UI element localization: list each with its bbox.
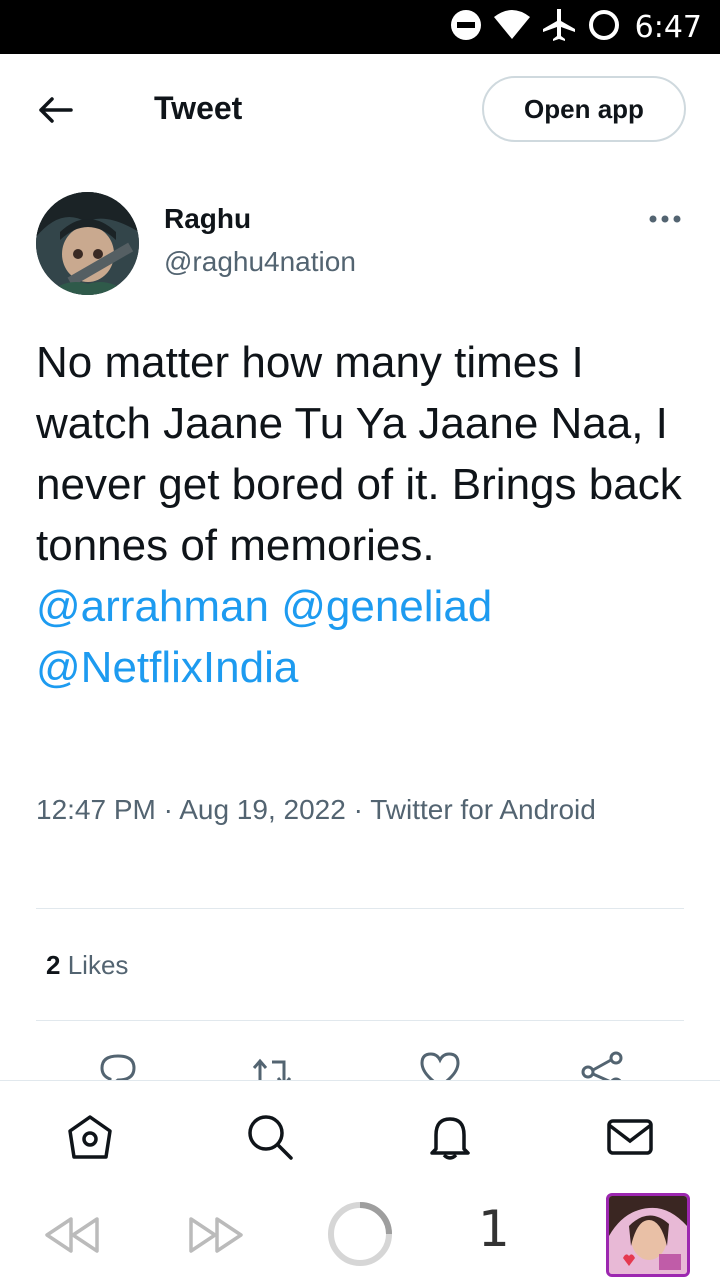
meta-separator: · [353,794,363,825]
retweet-icon [252,1058,292,1080]
likes-count[interactable]: 2 Likes [46,950,128,981]
tweet-time[interactable]: 12:47 PM [36,794,156,825]
author-handle[interactable]: @raghu4nation [164,246,356,278]
rewind-button[interactable] [42,1212,102,1258]
tweet-text: No matter how many times I watch Jaane T… [36,332,686,698]
meta-separator: · [163,794,173,825]
reply-button[interactable] [94,1048,142,1080]
nav-home[interactable] [62,1109,118,1165]
like-icon [420,1052,460,1080]
tweet-body: No matter how many times I watch Jaane T… [36,338,682,570]
sync-circle-icon [587,8,621,47]
thumbnail-image [609,1196,687,1274]
tab-count[interactable]: 1 [478,1200,510,1258]
notifications-icon [430,1117,470,1160]
share-icon [581,1051,623,1080]
app-thumbnail[interactable] [606,1193,690,1277]
page-header: Tweet Open app [0,54,720,164]
avatar-image [36,192,139,295]
messages-icon [607,1119,653,1155]
likes-label: Likes [67,950,129,980]
mention-link[interactable]: @NetflixIndia [36,643,298,692]
do-not-disturb-icon [449,8,483,47]
like-button[interactable] [416,1048,464,1080]
airplane-icon [541,7,577,48]
open-app-button[interactable]: Open app [482,76,686,142]
search-icon [248,1115,293,1160]
status-bar: 6:47 [0,0,720,54]
loading-circle-icon [328,1202,392,1266]
reply-icon [100,1054,136,1080]
mention-link[interactable]: @arrahman [36,582,269,631]
likes-number: 2 [46,950,61,980]
arrow-left-icon [39,97,73,123]
more-horizontal-icon [649,215,681,223]
avatar[interactable] [36,192,139,295]
system-control-bar: 1 [0,1190,720,1280]
tweet-source[interactable]: Twitter for Android [370,794,596,825]
fast-forward-button[interactable] [186,1212,246,1258]
back-button[interactable] [32,86,80,134]
bottom-nav [0,1080,720,1190]
mention-link[interactable]: @geneliad [281,582,492,631]
home-icon [68,1115,112,1159]
rewind-icon [45,1217,99,1253]
nav-notifications[interactable] [422,1109,478,1165]
status-icons: 6:47 [449,6,702,48]
nav-search[interactable] [242,1109,298,1165]
divider [36,908,684,909]
tweet-date[interactable]: Aug 19, 2022 [179,794,346,825]
page-title: Tweet [154,90,243,126]
nav-messages[interactable] [602,1109,658,1165]
share-button[interactable] [578,1048,626,1080]
retweet-button[interactable] [250,1048,298,1080]
fast-forward-icon [189,1217,243,1253]
divider [36,1020,684,1021]
tweet-actions [0,1042,720,1080]
wifi-icon [493,9,531,46]
more-button[interactable] [640,204,690,234]
status-clock: 6:47 [634,9,702,45]
loading-indicator [326,1200,394,1268]
author-name[interactable]: Raghu [164,203,251,235]
tweet-meta: 12:47 PM · Aug 19, 2022 · Twitter for An… [36,788,636,831]
